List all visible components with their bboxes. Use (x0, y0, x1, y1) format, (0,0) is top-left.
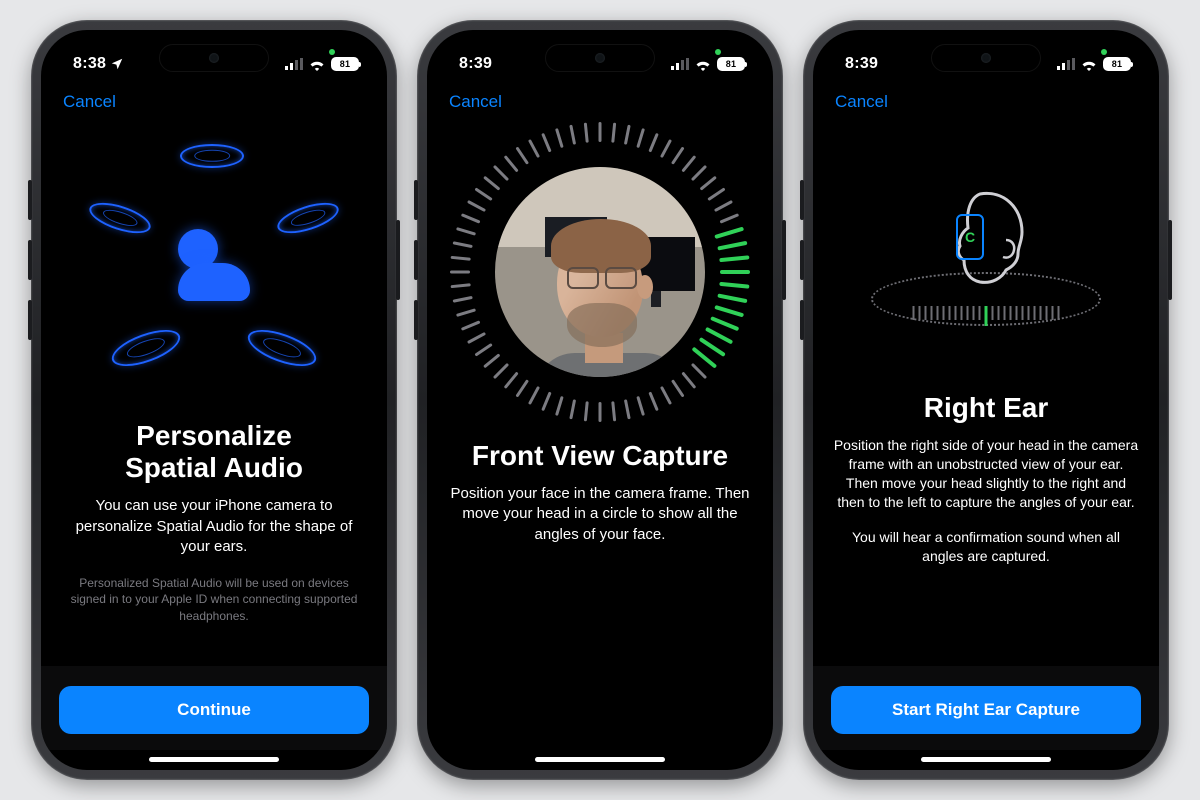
cancel-button[interactable]: Cancel (449, 92, 502, 112)
dynamic-island (931, 44, 1041, 72)
wifi-icon (1080, 58, 1098, 71)
cancel-button[interactable]: Cancel (63, 92, 116, 112)
cancel-button[interactable]: Cancel (835, 92, 888, 112)
page-description: Position the right side of your head in … (833, 436, 1139, 512)
page-fineprint: Personalized Spatial Audio will be used … (61, 575, 367, 624)
speaker-icon (86, 197, 154, 240)
cellular-signal-icon (1057, 58, 1075, 70)
speaker-icon (107, 323, 184, 374)
cellular-signal-icon (285, 58, 303, 70)
person-face-illustration (549, 217, 659, 367)
battery-percent: 81 (1112, 59, 1123, 69)
phone-frame: 8:39 81 Cancel (803, 20, 1169, 780)
phone-frame: 8:39 81 Cancel (417, 20, 783, 780)
clock: 8:39 (845, 55, 878, 73)
battery-percent: 81 (340, 59, 351, 69)
face-capture-viewfinder (450, 122, 750, 422)
battery-indicator: 81 (1103, 57, 1131, 71)
clock: 8:39 (459, 55, 492, 73)
speaker-icon (243, 323, 320, 374)
home-indicator[interactable] (149, 757, 279, 762)
screen-front-view-capture: 8:39 81 Cancel (427, 30, 773, 770)
battery-indicator: 81 (717, 57, 745, 71)
page-title-line: Spatial Audio (125, 452, 303, 483)
continue-button[interactable]: Continue (59, 686, 369, 734)
page-confirmation-note: You will hear a confirmation sound when … (833, 528, 1139, 566)
ear-capture-illustration: C (846, 160, 1126, 370)
page-title: Right Ear (924, 392, 1048, 424)
page-title-line: Personalize (136, 420, 292, 451)
dynamic-island (159, 44, 269, 72)
cellular-signal-icon (671, 58, 689, 70)
page-description: You can use your iPhone camera to person… (61, 496, 367, 557)
location-arrow-icon (110, 57, 124, 71)
orbit-ticks (913, 306, 1060, 326)
wifi-icon (694, 58, 712, 71)
camera-preview (495, 167, 705, 377)
home-indicator[interactable] (535, 757, 665, 762)
camera-active-indicator-icon (329, 49, 335, 55)
checkmark-c-icon: C (965, 229, 975, 245)
phone-glyph-icon: C (956, 214, 984, 260)
speaker-icon (180, 144, 244, 168)
page-description: Position your face in the camera frame. … (447, 484, 753, 545)
person-silhouette-icon (178, 229, 250, 301)
phone-frame: 8:38 81 Cancel (31, 20, 397, 780)
camera-active-indicator-icon (1101, 49, 1107, 55)
page-title: Front View Capture (472, 440, 728, 472)
page-title: Personalize Spatial Audio (61, 420, 367, 484)
home-indicator[interactable] (921, 757, 1051, 762)
speaker-icon (274, 197, 342, 240)
wifi-icon (308, 58, 326, 71)
screen-right-ear: 8:39 81 Cancel (813, 30, 1159, 770)
head-profile-icon: C (940, 188, 1032, 288)
spatial-audio-illustration (84, 140, 344, 390)
battery-indicator: 81 (331, 57, 359, 71)
clock: 8:38 (73, 55, 106, 73)
screen-personalize-spatial-audio: 8:38 81 Cancel (41, 30, 387, 770)
battery-percent: 81 (726, 59, 737, 69)
camera-active-indicator-icon (715, 49, 721, 55)
dynamic-island (545, 44, 655, 72)
start-right-ear-capture-button[interactable]: Start Right Ear Capture (831, 686, 1141, 734)
